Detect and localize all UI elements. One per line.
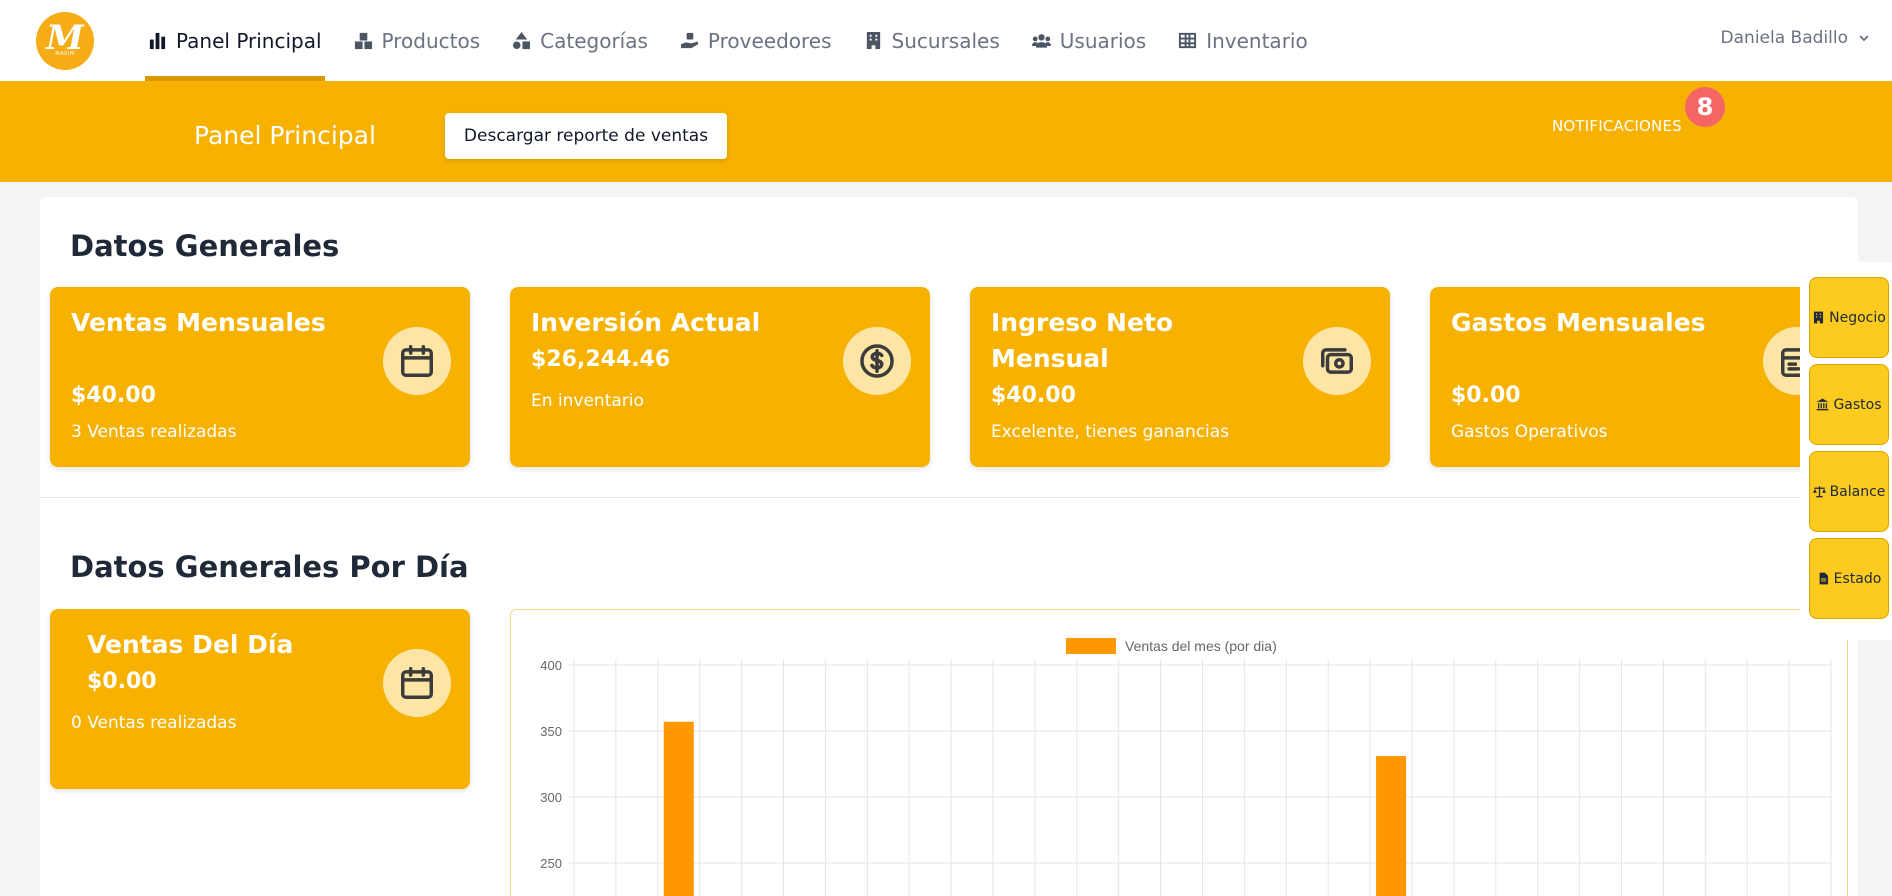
dollar-circle-icon (843, 327, 911, 395)
section-divider (40, 497, 1858, 498)
side-button-estado[interactable]: Estado (1809, 538, 1889, 619)
card-title: Inversión Actual (531, 308, 761, 337)
top-navbar: M MAXIM Panel Principal Productos Catego… (0, 0, 1892, 81)
nav-item-proveedores[interactable]: Proveedores (677, 0, 835, 81)
building-icon (866, 31, 880, 50)
user-name: Daniela Badillo (1720, 28, 1848, 48)
side-button-label: Gastos (1833, 396, 1882, 413)
side-quick-panel: Negocio Gastos Balance Estado (1800, 262, 1892, 640)
notifications-link[interactable]: NOTIFICACIONES (1552, 117, 1682, 135)
page-title: Panel Principal (194, 121, 376, 150)
y-tick-label: 350 (540, 724, 562, 739)
card-subtitle: Gastos Operativos (1451, 422, 1608, 442)
chart-bar[interactable] (663, 721, 694, 896)
app-logo[interactable]: M MAXIM (36, 12, 94, 70)
nav-item-label: Inventario (1206, 28, 1308, 53)
nav-item-label: Productos (381, 28, 481, 53)
general-data-title: Datos Generales (70, 229, 340, 263)
legend-swatch[interactable] (1066, 638, 1116, 654)
side-button-label: Negocio (1829, 309, 1886, 326)
header-band: Panel Principal Descargar reporte de ven… (0, 81, 1892, 182)
side-button-label: Estado (1833, 570, 1882, 587)
calendar-icon (383, 649, 451, 717)
daily-sales-card: Ventas Del Día $0.00 0 Ventas realizadas (50, 609, 470, 789)
hand-holding-icon (680, 32, 698, 49)
nav-item-panel-principal[interactable]: Panel Principal (145, 0, 325, 81)
card-subtitle: 0 Ventas realizadas (71, 713, 237, 733)
legend-label: Ventas del mes (por dia) (1125, 638, 1277, 654)
main-panel: Datos Generales Ventas Mensuales $40.00 … (40, 197, 1858, 896)
monthly-sales-card: Ventas Mensuales $40.00 3 Ventas realiza… (50, 287, 470, 467)
nav-item-categorias[interactable]: Categorías (509, 0, 651, 81)
logo-letter: M (46, 18, 84, 58)
card-value: $40.00 (71, 383, 156, 408)
card-value: $0.00 (1451, 383, 1521, 408)
nav-item-usuarios[interactable]: Usuarios (1029, 0, 1149, 81)
nav-menu: Panel Principal Productos Categorías Pro… (145, 0, 1337, 81)
y-tick-label: 400 (540, 658, 562, 673)
card-title: Gastos Mensuales (1451, 308, 1706, 337)
side-button-balance[interactable]: Balance (1809, 451, 1889, 532)
card-subtitle: 3 Ventas realizadas (71, 422, 237, 442)
chevron-down-icon (1859, 35, 1869, 42)
bank-icon (1817, 398, 1829, 411)
nav-item-label: Panel Principal (176, 28, 322, 53)
side-button-gastos[interactable]: Gastos (1809, 364, 1889, 445)
chart-bar[interactable] (1376, 756, 1407, 896)
boxes-icon (354, 32, 372, 50)
nav-item-sucursales[interactable]: Sucursales (861, 0, 1003, 81)
table-icon (1179, 32, 1197, 49)
net-income-card: Ingreso Neto Mensual $40.00 Excelente, t… (970, 287, 1390, 467)
nav-item-label: Sucursales (891, 28, 1000, 53)
scale-icon (1812, 486, 1826, 498)
y-tick-label: 250 (540, 856, 562, 871)
money-icon (1303, 327, 1371, 395)
daily-sales-chart: Ventas del mes (por dia) 400 350 300 250 (510, 609, 1848, 896)
side-button-label: Balance (1829, 483, 1886, 500)
daily-data-title: Datos Generales Por Día (70, 550, 469, 584)
download-sales-report-button[interactable]: Descargar reporte de ventas (445, 113, 727, 159)
card-value: $0.00 (87, 669, 157, 694)
nav-item-label: Categorías (540, 28, 648, 53)
card-subtitle: Excelente, tienes ganancias (991, 422, 1230, 442)
shapes-icon (513, 31, 531, 50)
card-title: Ventas Del Día (87, 630, 294, 659)
nav-item-productos[interactable]: Productos (351, 0, 484, 81)
notifications-count-badge[interactable]: 8 (1685, 87, 1725, 127)
card-title: Ingreso Neto Mensual (991, 308, 1174, 373)
y-tick-label: 300 (540, 790, 562, 805)
nav-item-label: Proveedores (707, 28, 832, 53)
nav-item-label: Usuarios (1059, 28, 1147, 53)
user-menu[interactable]: Daniela Badillo (1721, 28, 1870, 48)
card-title: Ventas Mensuales (71, 308, 326, 337)
current-investment-card: Inversión Actual $26,244.46 En inventari… (510, 287, 930, 467)
side-button-negocio[interactable]: Negocio (1809, 277, 1889, 358)
logo-subtext: MAXIM (55, 51, 75, 57)
chart-svg: Ventas del mes (por dia) 400 350 300 250 (540, 638, 1832, 896)
file-icon (1819, 572, 1828, 585)
building-icon (1814, 311, 1824, 324)
card-value: $40.00 (991, 383, 1076, 408)
calendar-icon (383, 327, 451, 395)
nav-item-inventario[interactable]: Inventario (1175, 0, 1311, 81)
users-icon (1031, 34, 1051, 48)
card-subtitle: En inventario (531, 391, 644, 411)
card-value: $26,244.46 (531, 347, 671, 372)
monthly-expenses-card: Gastos Mensuales $0.00 Gastos Operativos (1430, 287, 1850, 467)
bar-chart-icon (149, 32, 166, 50)
